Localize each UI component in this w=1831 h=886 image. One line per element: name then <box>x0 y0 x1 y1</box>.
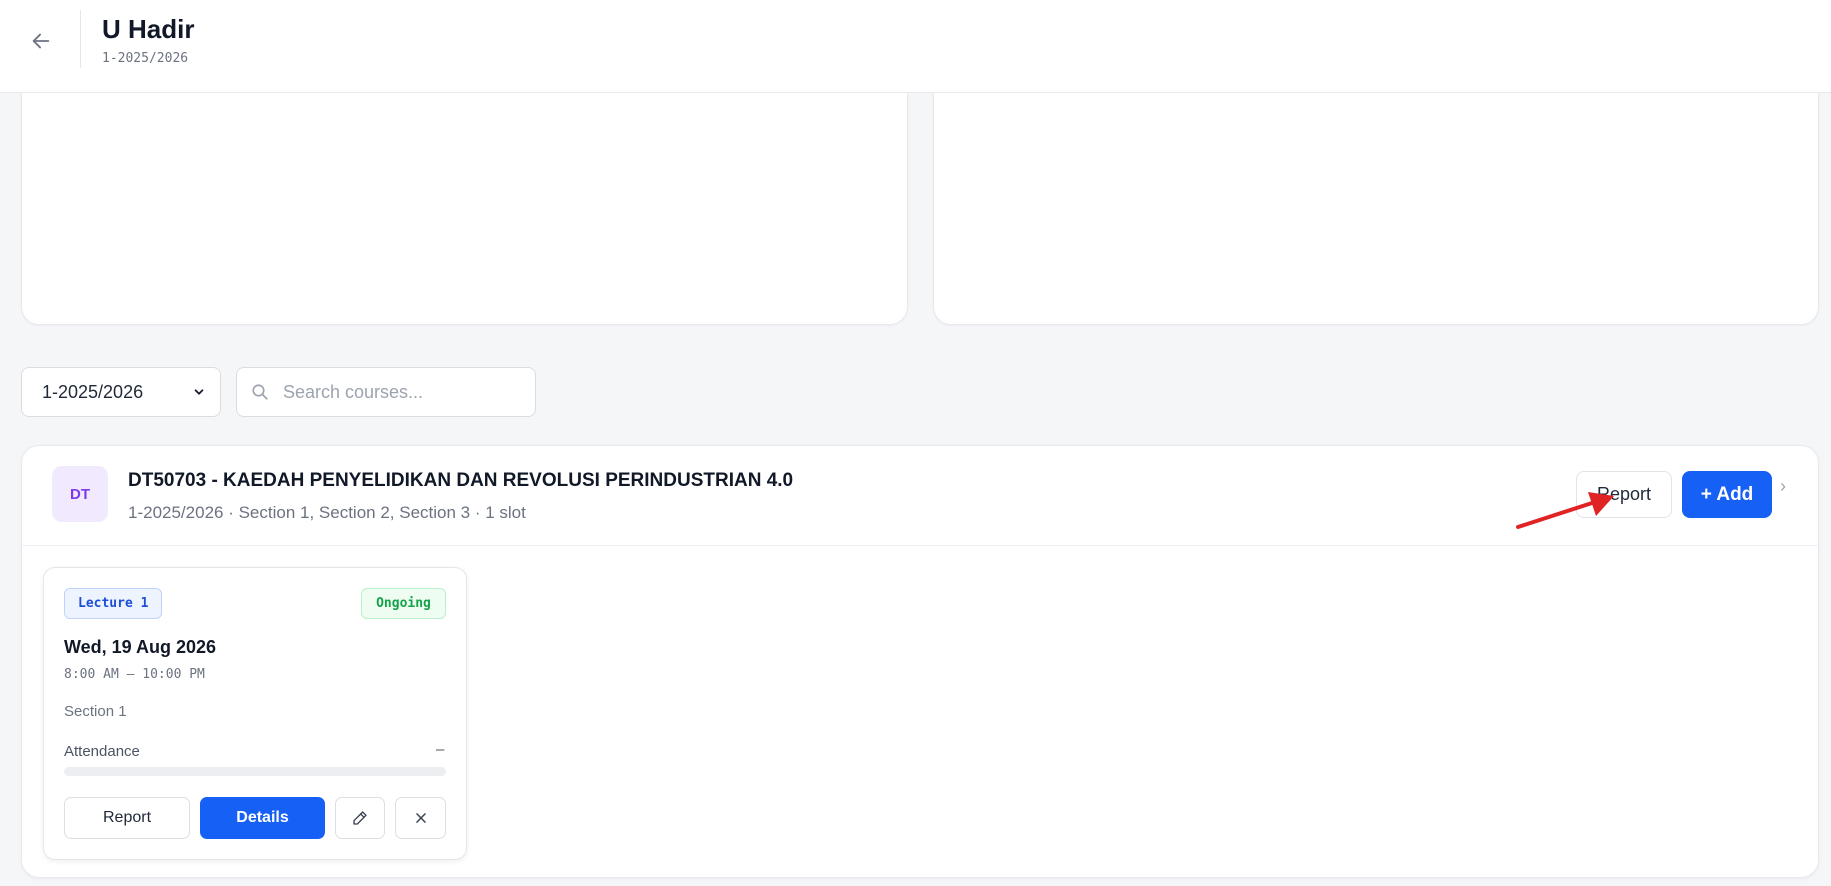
edit-slot-button[interactable] <box>335 797 385 839</box>
chevron-down-icon <box>194 389 204 395</box>
semester-select[interactable]: 1-2025/2026 <box>21 367 221 417</box>
slot-report-button[interactable]: Report <box>64 797 190 839</box>
attendance-label: Attendance <box>64 743 140 760</box>
search-input[interactable] <box>283 381 513 403</box>
slot-date: Wed, 19 Aug 2026 <box>64 637 217 657</box>
course-report-button[interactable]: Report <box>1576 471 1672 518</box>
add-slot-button[interactable]: + Add <box>1682 471 1772 518</box>
slot-section: Section 1 <box>64 703 127 720</box>
delete-slot-button[interactable] <box>395 797 446 839</box>
top-bar: U Hadir 1-2025/2026 <box>0 0 1831 93</box>
chevron-right-icon[interactable]: › <box>1780 476 1786 497</box>
arrow-left-icon <box>32 33 50 49</box>
course-meta: 1-2025/2026 · Section 1, Section 2, Sect… <box>128 503 526 522</box>
attendance-value: – <box>436 741 445 758</box>
course-header[interactable]: DT DT50703 - KAEDAH PENYELIDIKAN DAN REV… <box>22 446 1818 546</box>
header-divider <box>80 10 81 68</box>
slot-card: Lecture 1 Ongoing Wed, 19 Aug 2026 8:00 … <box>43 567 467 860</box>
semester-select-value: 1-2025/2026 <box>42 381 144 402</box>
attendance-progress-bar <box>64 767 446 776</box>
pencil-icon <box>353 811 367 825</box>
search-box <box>236 367 536 417</box>
course-card: DT DT50703 - KAEDAH PENYELIDIKAN DAN REV… <box>21 445 1819 878</box>
course-title: DT50703 - KAEDAH PENYELIDIKAN DAN REVOLU… <box>128 470 794 491</box>
search-icon <box>252 384 268 400</box>
back-button[interactable] <box>26 26 56 56</box>
summary-card-left <box>21 93 908 325</box>
slot-time: 8:00 AM — 10:00 PM <box>64 667 205 682</box>
page-subtitle: 1-2025/2026 <box>102 51 189 66</box>
summary-card-right <box>933 93 1819 325</box>
close-icon <box>415 813 426 823</box>
slot-details-button[interactable]: Details <box>200 797 325 839</box>
course-avatar: DT <box>52 466 108 522</box>
status-badge: Ongoing <box>361 588 446 619</box>
page-title: U Hadir <box>102 14 195 44</box>
lecture-badge: Lecture 1 <box>64 588 163 619</box>
